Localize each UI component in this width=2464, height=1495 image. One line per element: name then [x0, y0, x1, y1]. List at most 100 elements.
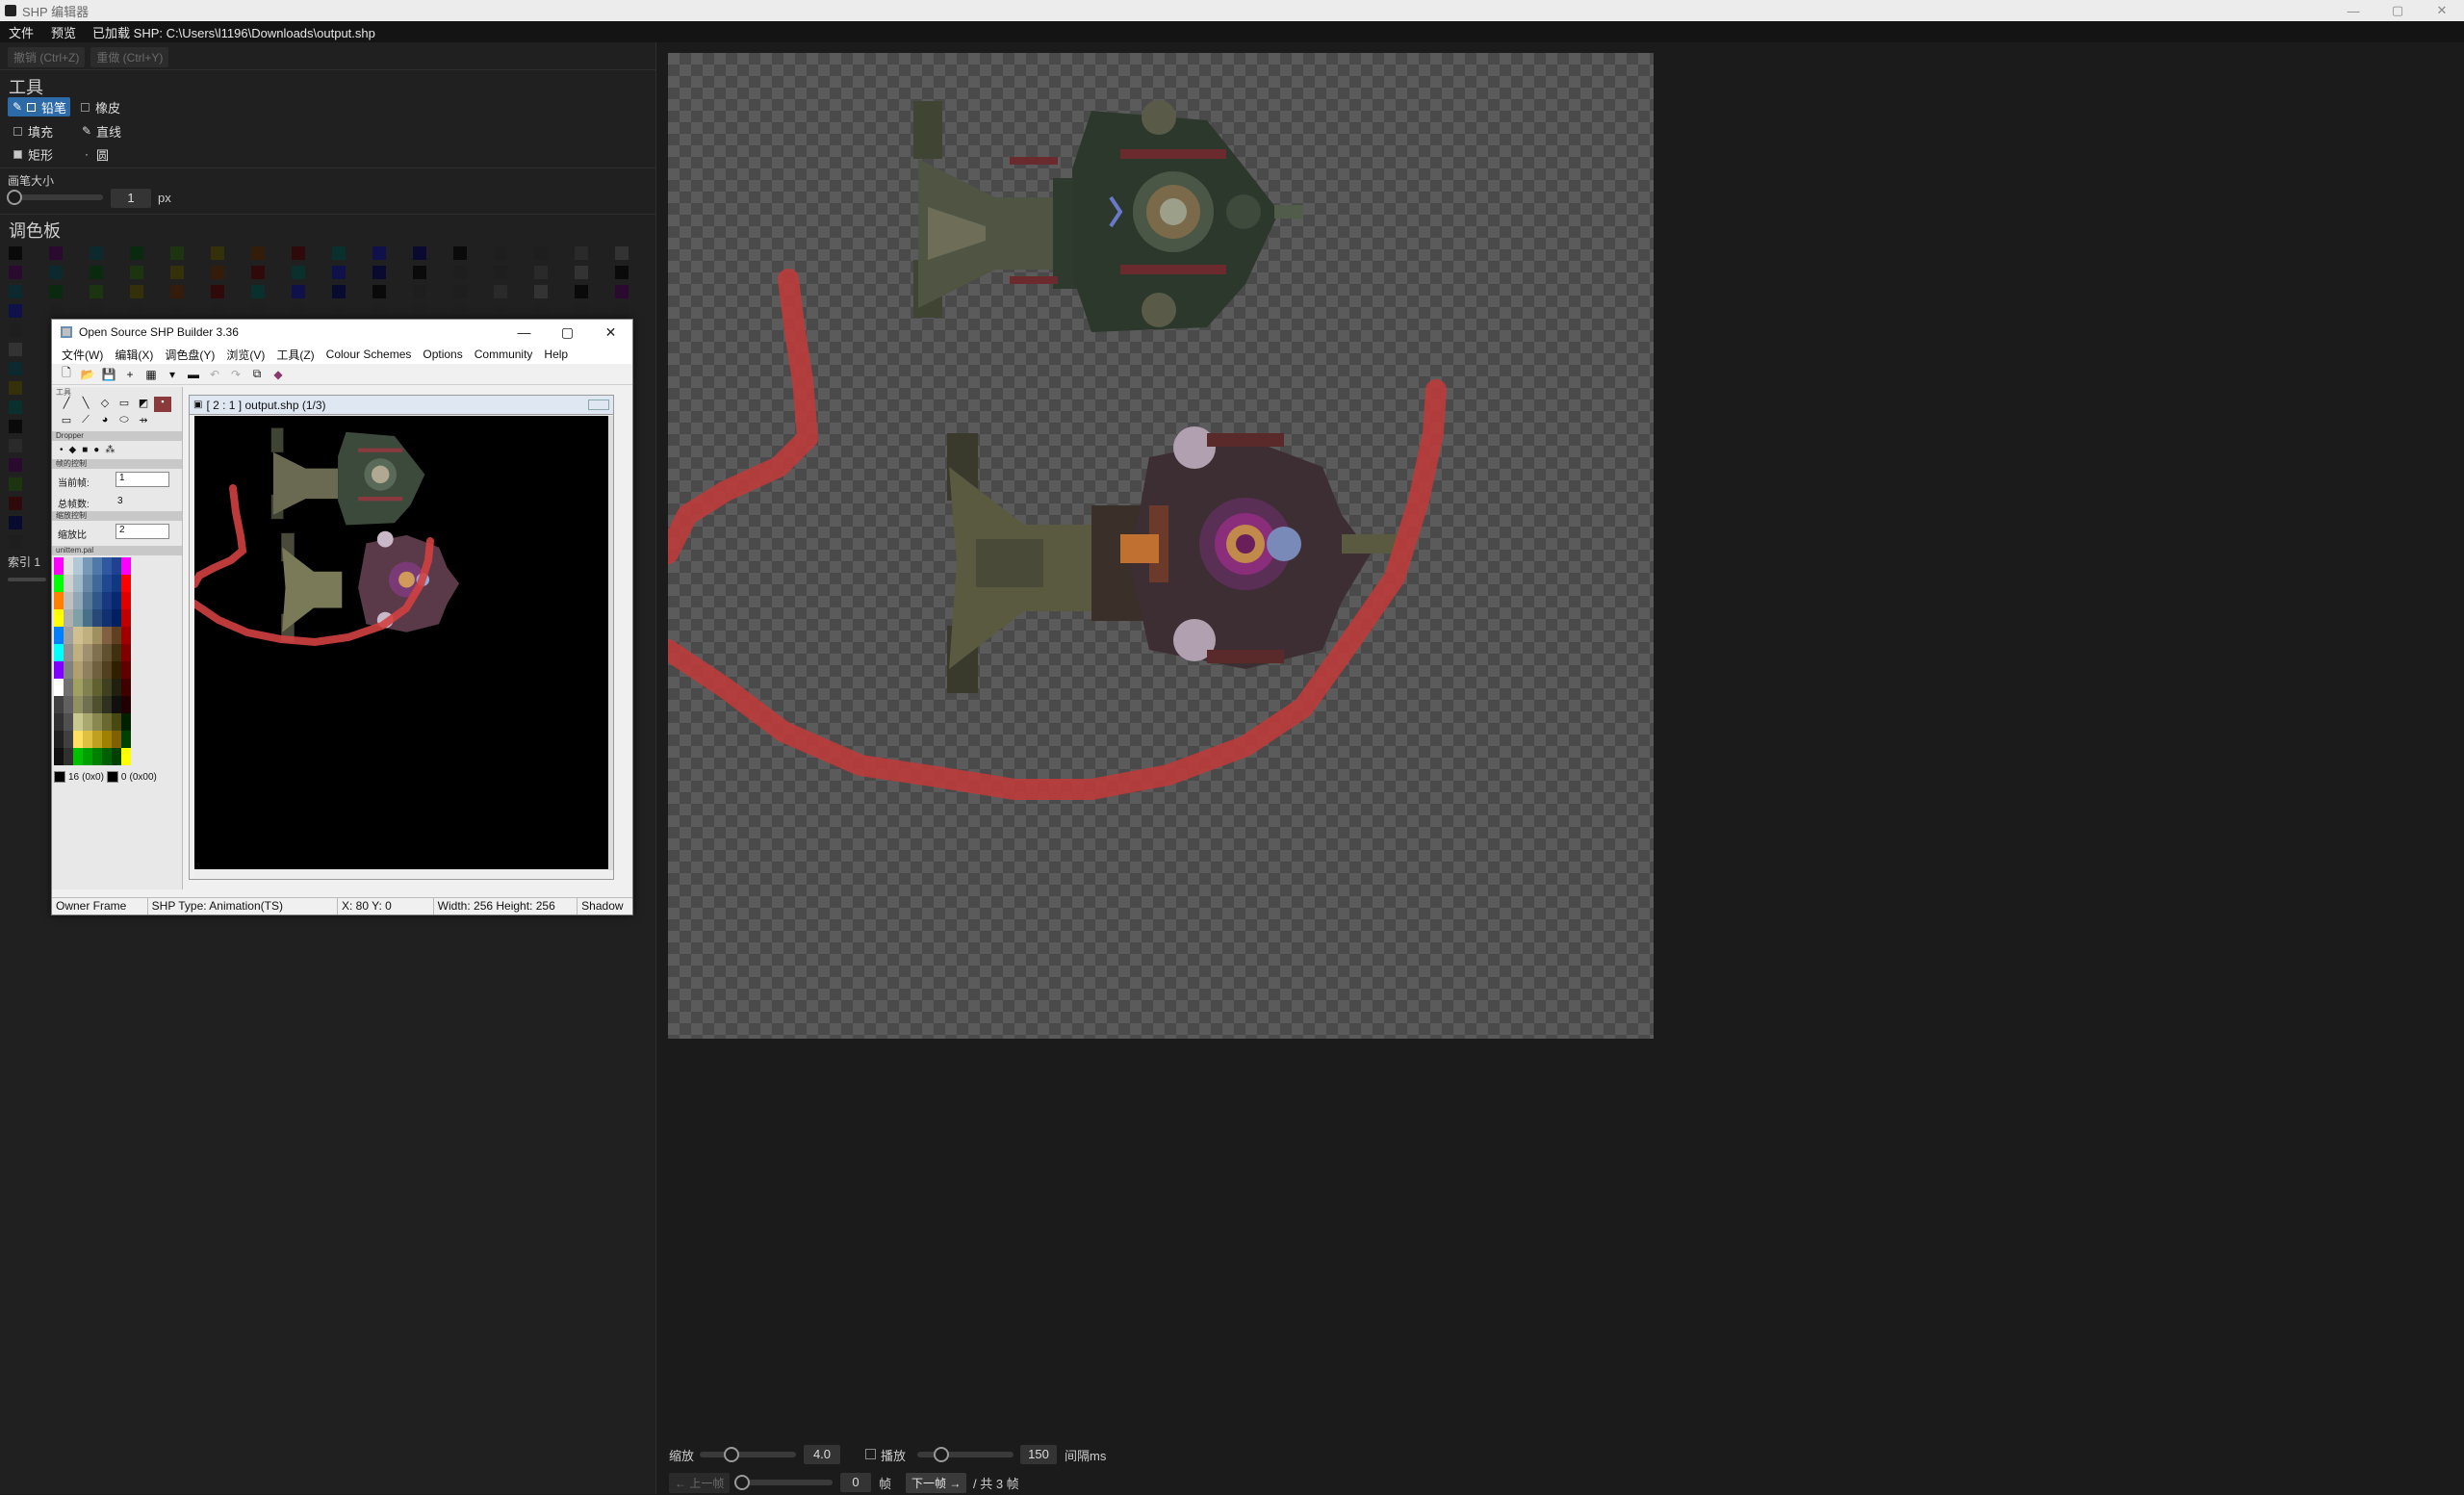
- interval-slider[interactable]: [917, 1452, 1014, 1457]
- palette-swatch[interactable]: [453, 246, 467, 260]
- mini-palette-swatch[interactable]: [92, 644, 102, 661]
- palette-swatch[interactable]: [170, 304, 184, 318]
- mini-palette-swatch[interactable]: [83, 748, 92, 765]
- palette-swatch[interactable]: [211, 246, 224, 260]
- mini-palette-swatch[interactable]: [83, 731, 92, 748]
- mini-palette-swatch[interactable]: [102, 679, 112, 696]
- pencil-icon[interactable]: ╱: [58, 397, 75, 412]
- mini-palette-swatch[interactable]: [73, 592, 83, 609]
- main-canvas[interactable]: [657, 53, 1654, 1039]
- palette-swatch[interactable]: [292, 285, 305, 298]
- shp-minimize-button[interactable]: —: [502, 320, 546, 345]
- document-restore-icon[interactable]: [588, 400, 609, 410]
- mini-palette-swatch[interactable]: [121, 592, 131, 609]
- palette-swatch[interactable]: [9, 497, 22, 510]
- interval-value-input[interactable]: 150: [1020, 1445, 1057, 1464]
- preview-icon[interactable]: ▦: [142, 366, 160, 383]
- palette-swatch[interactable]: [251, 246, 265, 260]
- mini-palette-swatch[interactable]: [83, 644, 92, 661]
- mini-palette-swatch[interactable]: [73, 644, 83, 661]
- mini-palette-swatch[interactable]: [102, 748, 112, 765]
- close-button[interactable]: ✕: [2420, 0, 2464, 21]
- mini-palette-swatch[interactable]: [83, 627, 92, 644]
- mini-palette-swatch[interactable]: [121, 679, 131, 696]
- mini-palette-swatch[interactable]: [102, 592, 112, 609]
- mini-palette-swatch[interactable]: [121, 661, 131, 679]
- palette-swatch[interactable]: [9, 458, 22, 472]
- palette-swatch[interactable]: [251, 266, 265, 279]
- palette-swatch[interactable]: [292, 266, 305, 279]
- preview-window-icon[interactable]: ▬: [185, 366, 202, 383]
- mini-palette-swatch[interactable]: [83, 679, 92, 696]
- palette-swatch[interactable]: [9, 381, 22, 395]
- redo-icon[interactable]: ↷: [227, 366, 244, 383]
- palette-swatch[interactable]: [372, 304, 386, 318]
- mini-palette-swatch[interactable]: [73, 748, 83, 765]
- mini-palette-swatch[interactable]: [73, 661, 83, 679]
- mini-palette-swatch[interactable]: [102, 627, 112, 644]
- mini-palette-swatch[interactable]: [121, 696, 131, 713]
- shp-maximize-button[interactable]: ▢: [546, 320, 589, 345]
- mini-palette-grid[interactable]: [54, 557, 179, 769]
- palette-swatch[interactable]: [494, 285, 507, 298]
- palette-swatch[interactable]: [9, 246, 22, 260]
- palette-swatch[interactable]: [372, 285, 386, 298]
- mini-palette-swatch[interactable]: [64, 575, 73, 592]
- undo-icon[interactable]: ↶: [206, 366, 223, 383]
- tool-pencil[interactable]: ✎ 铅笔: [8, 97, 71, 116]
- palette-swatch[interactable]: [615, 304, 629, 318]
- mini-palette-swatch[interactable]: [73, 609, 83, 627]
- mini-palette-swatch[interactable]: [73, 627, 83, 644]
- interval-slider-knob[interactable]: [934, 1447, 949, 1462]
- undo-button[interactable]: 撤销 (Ctrl+Z): [8, 47, 86, 67]
- mini-palette-swatch[interactable]: [112, 679, 121, 696]
- brush-square-icon[interactable]: ■: [82, 445, 88, 455]
- redo-button[interactable]: 重做 (Ctrl+Y): [90, 47, 169, 67]
- mini-palette-swatch[interactable]: [54, 557, 64, 575]
- palette-swatch[interactable]: [9, 420, 22, 433]
- palette-swatch[interactable]: [251, 304, 265, 318]
- mini-palette-swatch[interactable]: [102, 731, 112, 748]
- mini-palette-swatch[interactable]: [83, 661, 92, 679]
- mini-palette-swatch[interactable]: [92, 696, 102, 713]
- layers-icon[interactable]: ◆: [270, 366, 287, 383]
- eraser-icon[interactable]: ◇: [96, 397, 114, 412]
- palette-swatch[interactable]: [49, 285, 63, 298]
- frame-slider[interactable]: [736, 1480, 833, 1485]
- mini-palette-swatch[interactable]: [73, 696, 83, 713]
- mini-palette-swatch[interactable]: [54, 713, 64, 731]
- shp-menu-view[interactable]: 浏览(V): [220, 347, 270, 363]
- open-folder-icon[interactable]: 📂: [79, 366, 96, 383]
- mini-palette-swatch[interactable]: [121, 627, 131, 644]
- palette-swatch[interactable]: [170, 246, 184, 260]
- mini-palette-swatch[interactable]: [54, 661, 64, 679]
- batch-icon[interactable]: ⧉: [248, 366, 266, 383]
- palette-swatch[interactable]: [170, 285, 184, 298]
- palette-swatch[interactable]: [413, 246, 426, 260]
- palette-swatch[interactable]: [494, 246, 507, 260]
- mini-palette-swatch[interactable]: [83, 557, 92, 575]
- palette-swatch[interactable]: [130, 246, 143, 260]
- palette-swatch[interactable]: [494, 266, 507, 279]
- palette-swatch[interactable]: [534, 304, 548, 318]
- mini-palette-swatch[interactable]: [54, 627, 64, 644]
- palette-swatch[interactable]: [9, 516, 22, 529]
- mini-palette-swatch[interactable]: [64, 679, 73, 696]
- mini-palette-swatch[interactable]: [102, 609, 112, 627]
- palette-swatch[interactable]: [534, 266, 548, 279]
- palette-swatch[interactable]: [251, 285, 265, 298]
- mini-palette-swatch[interactable]: [121, 713, 131, 731]
- mini-palette-swatch[interactable]: [121, 731, 131, 748]
- palette-swatch[interactable]: [130, 285, 143, 298]
- palette-swatch[interactable]: [575, 246, 588, 260]
- mini-palette-swatch[interactable]: [64, 644, 73, 661]
- next-frame-button[interactable]: 下一帧 →: [906, 1472, 967, 1493]
- tool-eraser[interactable]: 橡皮: [77, 97, 124, 116]
- mini-palette-swatch[interactable]: [64, 713, 73, 731]
- dropdown-arrow-icon[interactable]: ▾: [164, 366, 181, 383]
- palette-swatch[interactable]: [453, 285, 467, 298]
- palette-swatch[interactable]: [575, 304, 588, 318]
- mini-palette-swatch[interactable]: [92, 679, 102, 696]
- palette-swatch[interactable]: [9, 266, 22, 279]
- mini-palette-swatch[interactable]: [112, 731, 121, 748]
